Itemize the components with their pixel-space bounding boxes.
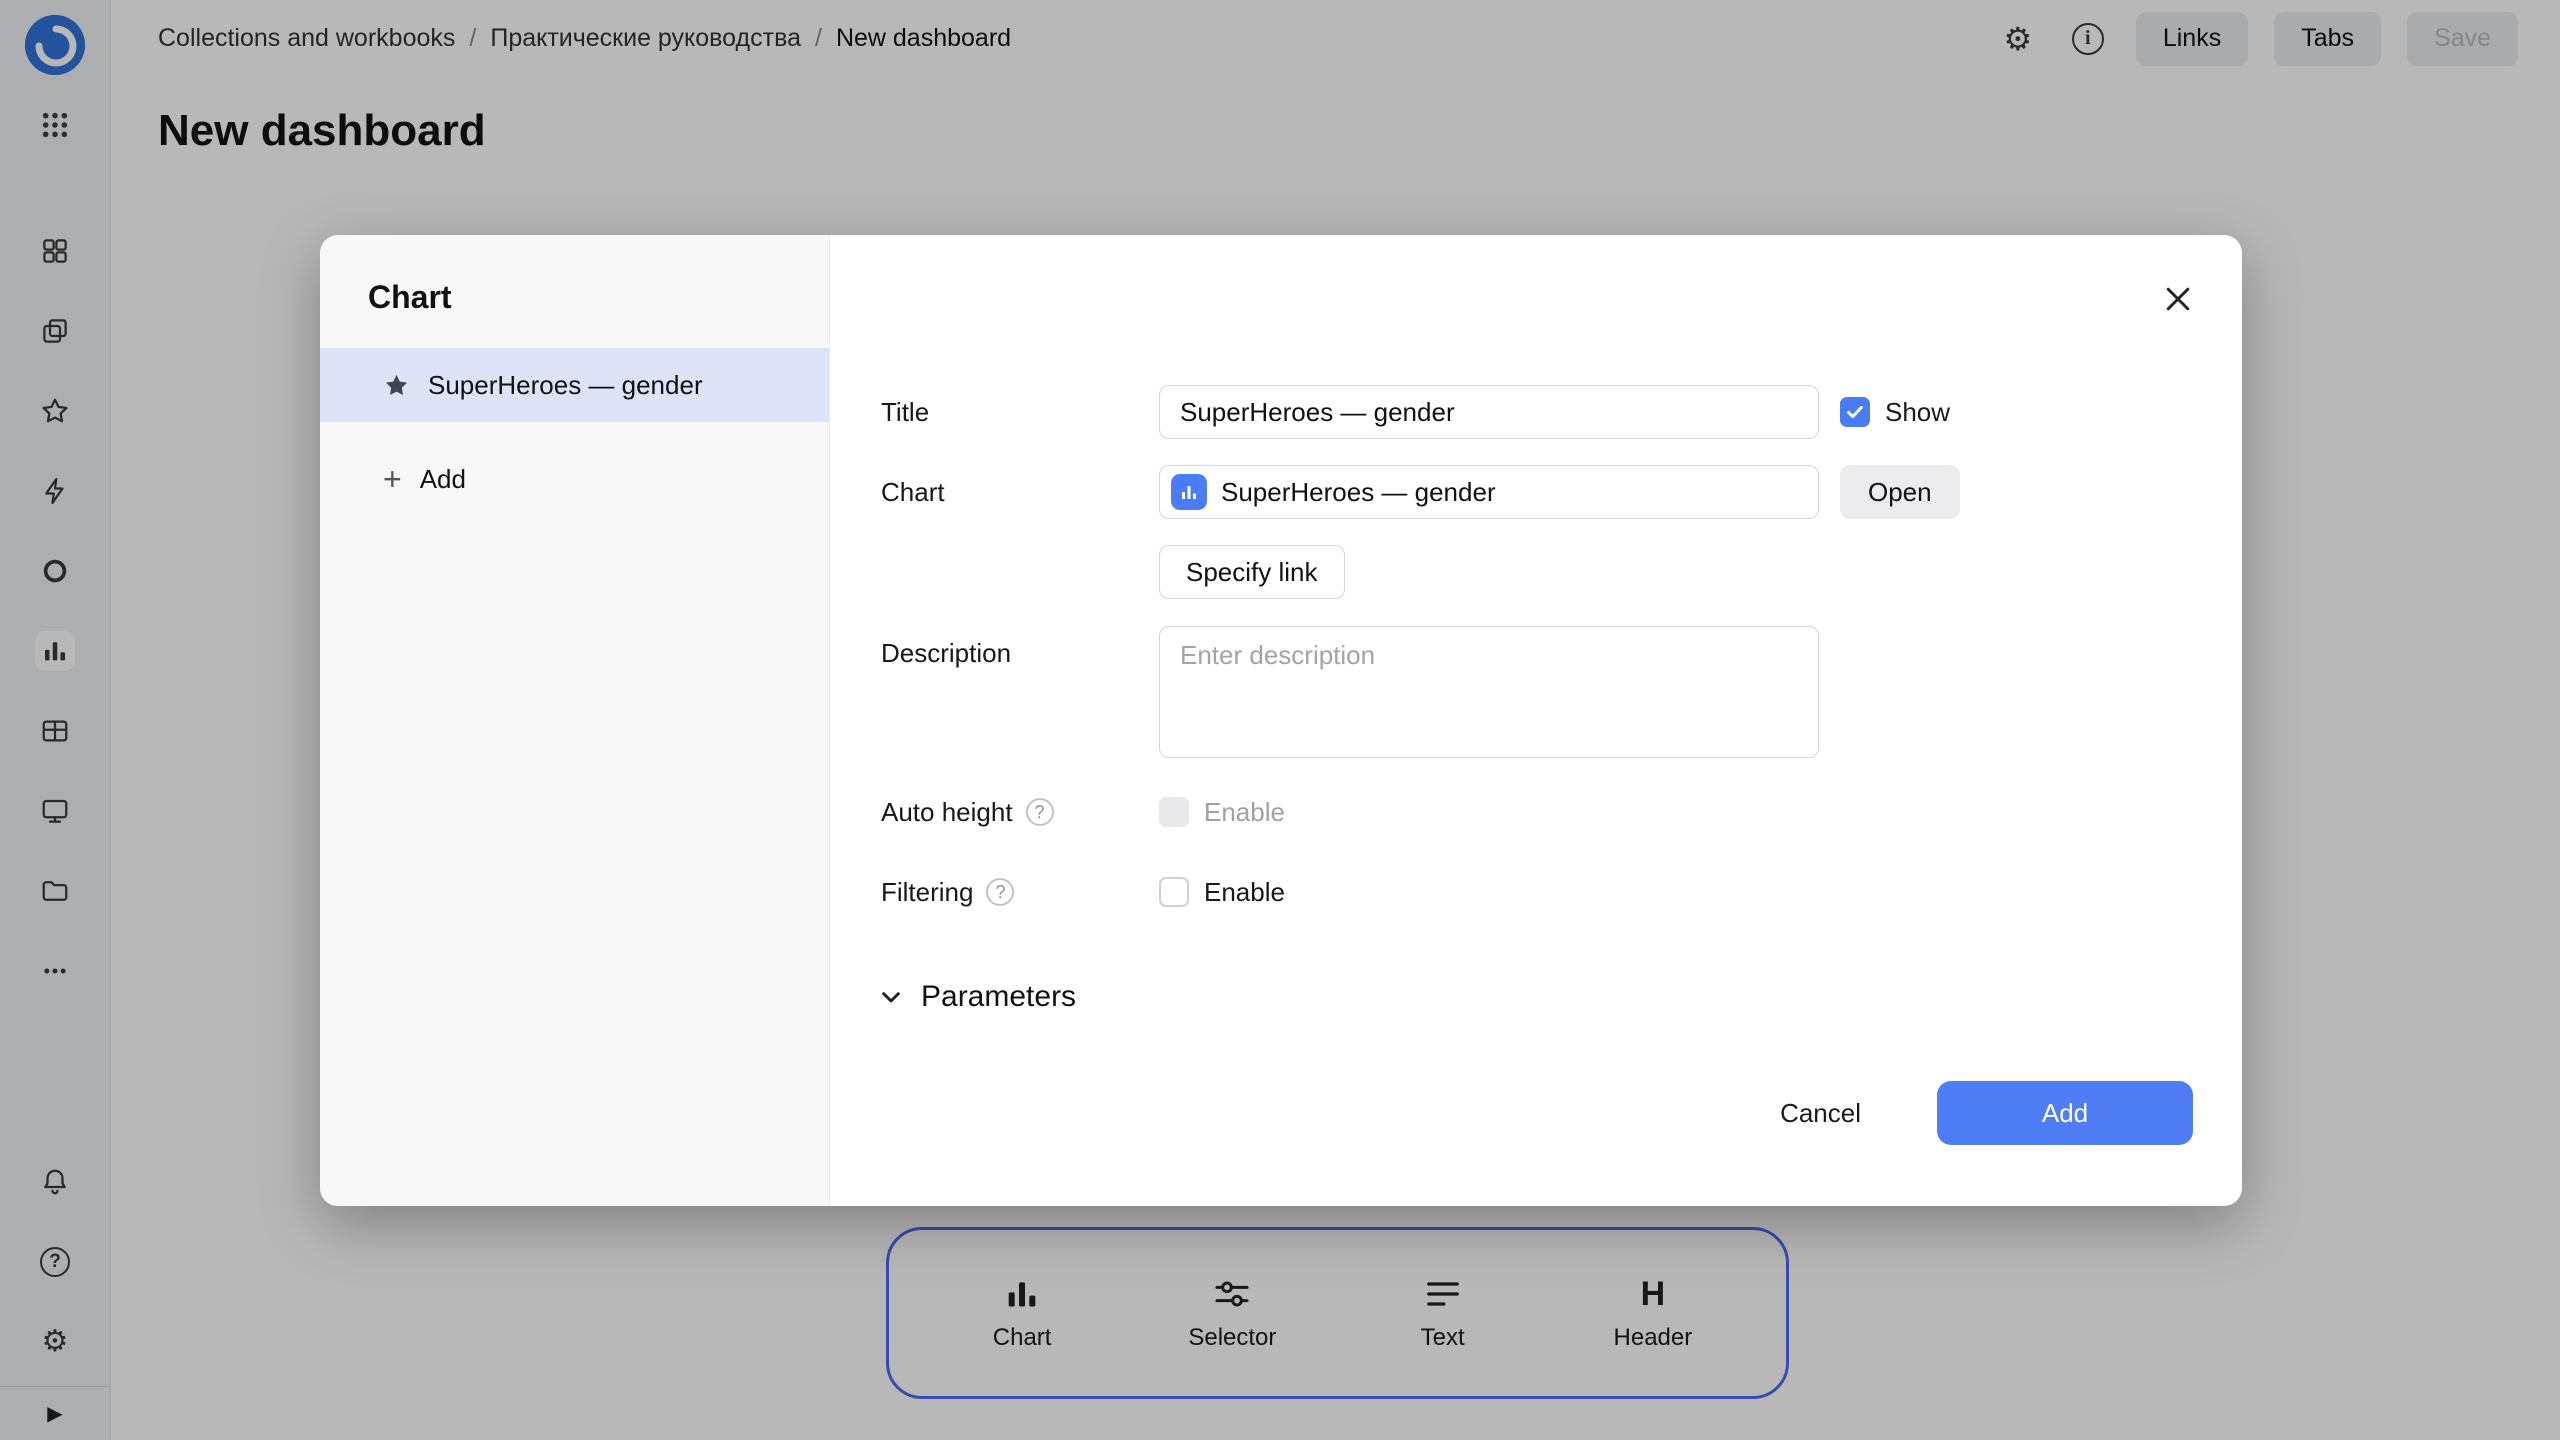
chart-field-value: SuperHeroes — gender xyxy=(1221,477,1496,508)
screen: ? ⚙ ▶ Collections and workbooks / Практи… xyxy=(0,0,2560,1440)
chevron-down-icon xyxy=(875,981,907,1013)
add-chart-tab-button[interactable]: + Add xyxy=(320,450,829,508)
label-text: Chart xyxy=(881,477,945,508)
star-icon xyxy=(383,372,410,399)
chart-list-item-selected[interactable]: SuperHeroes — gender xyxy=(320,348,829,422)
close-button[interactable] xyxy=(2154,275,2202,323)
label-text: Title xyxy=(881,397,929,428)
add-label: Add xyxy=(420,464,466,495)
show-title-checkbox[interactable] xyxy=(1840,397,1870,427)
specify-link-button[interactable]: Specify link xyxy=(1159,545,1345,599)
filtering-label: Filtering ? xyxy=(881,865,1014,919)
label-text: Description xyxy=(881,638,1011,669)
auto-height-label: Auto height ? xyxy=(881,785,1054,839)
filtering-checkbox[interactable] xyxy=(1159,877,1189,907)
title-input[interactable] xyxy=(1159,385,1819,439)
label-text: Filtering xyxy=(881,877,973,908)
auto-height-enable-label: Enable xyxy=(1204,797,1285,828)
add-button[interactable]: Add xyxy=(1937,1081,2193,1145)
chart-field-label: Chart xyxy=(881,465,945,519)
dialog-left-panel: Chart SuperHeroes — gender + Add xyxy=(320,235,830,1206)
filtering-enable-label: Enable xyxy=(1204,877,1285,908)
dialog-footer: Cancel Add xyxy=(1760,1081,2193,1145)
filtering-checkbox-row: Enable xyxy=(1159,865,1285,919)
dialog-title: Chart xyxy=(368,279,452,316)
show-title-checkbox-row: Show xyxy=(1840,385,1950,439)
bar-chart-icon xyxy=(1177,480,1201,504)
description-textarea[interactable] xyxy=(1159,626,1819,758)
chart-chip-icon xyxy=(1171,474,1207,510)
open-chart-button[interactable]: Open xyxy=(1840,465,1960,519)
plus-icon: + xyxy=(383,463,402,495)
list-item-label: SuperHeroes — gender xyxy=(428,370,703,401)
description-field-label: Description xyxy=(881,626,1011,680)
auto-height-checkbox-row: Enable xyxy=(1159,785,1285,839)
auto-height-help-icon[interactable]: ? xyxy=(1026,798,1054,826)
filtering-help-icon[interactable]: ? xyxy=(986,878,1014,906)
show-label: Show xyxy=(1885,397,1950,428)
parameters-section-toggle[interactable]: Parameters xyxy=(875,970,1076,1024)
auto-height-checkbox[interactable] xyxy=(1159,797,1189,827)
title-field-label: Title xyxy=(881,385,929,439)
label-text: Auto height xyxy=(881,797,1013,828)
cancel-button[interactable]: Cancel xyxy=(1760,1081,1881,1145)
chart-widget-dialog: Chart SuperHeroes — gender + Add Title xyxy=(320,235,2242,1206)
chart-select-field[interactable]: SuperHeroes — gender xyxy=(1159,465,1819,519)
parameters-label: Parameters xyxy=(921,980,1076,1014)
checkmark-icon xyxy=(1844,401,1866,423)
close-icon xyxy=(2160,281,2196,317)
